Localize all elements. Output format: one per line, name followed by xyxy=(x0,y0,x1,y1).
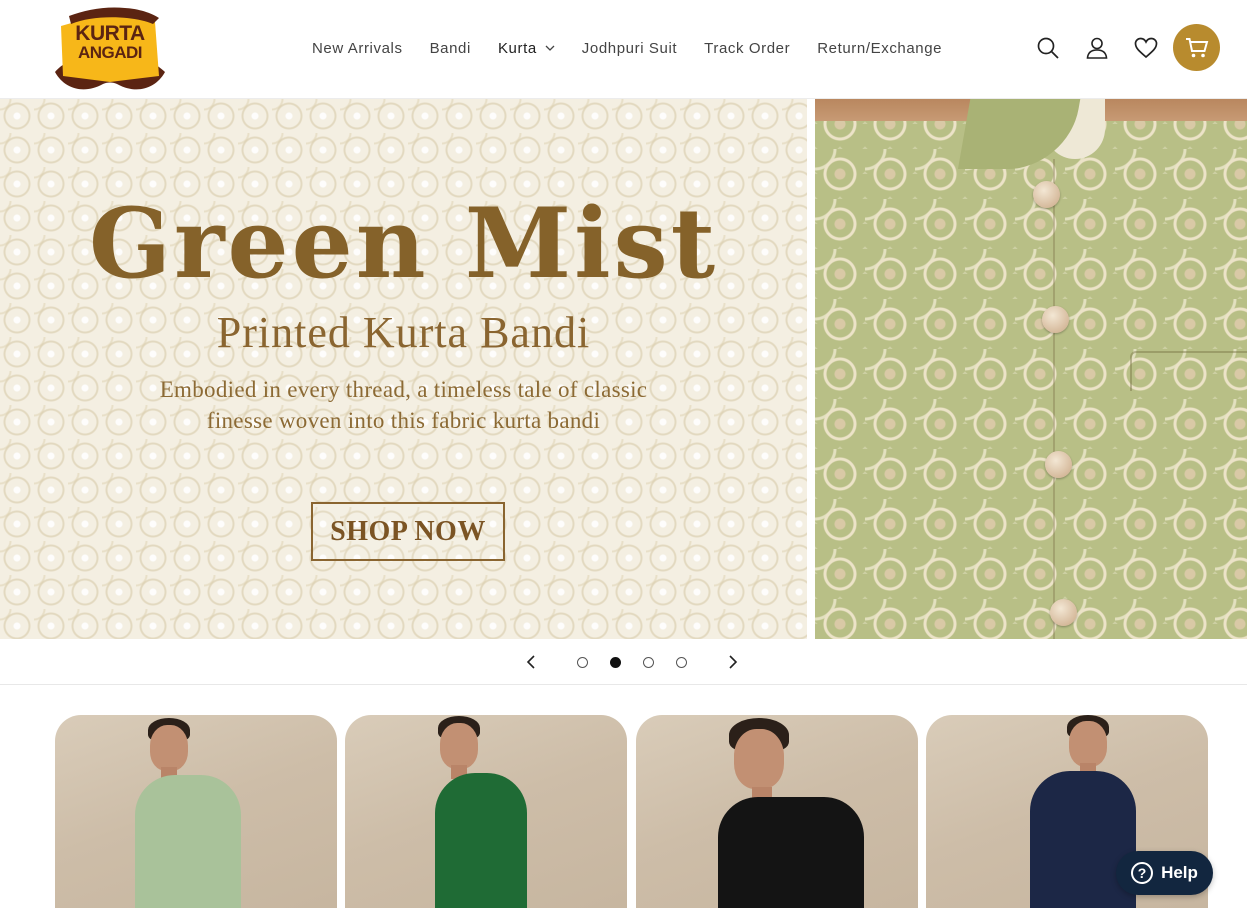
hero-product-image xyxy=(815,99,1247,639)
hero-description-line2: finesse woven into this fabric kurta ban… xyxy=(206,408,601,433)
slider-dot-3[interactable] xyxy=(643,657,654,668)
model-head xyxy=(1069,721,1107,767)
kurta-body xyxy=(718,797,864,908)
hero-headline: Green Mist xyxy=(88,187,719,300)
nav-kurta[interactable]: Kurta xyxy=(498,40,555,57)
question-icon: ? xyxy=(1131,862,1154,884)
main-nav: New Arrivals Bandi Kurta Jodhpuri Suit T… xyxy=(312,38,969,58)
hero-banner[interactable]: Green Mist Printed Kurta Bandi Embodied … xyxy=(0,99,1247,639)
chevron-down-icon xyxy=(545,45,555,51)
heart-icon xyxy=(1134,37,1158,58)
cart-button[interactable] xyxy=(1173,24,1220,71)
slider-controls xyxy=(0,639,1247,685)
help-button[interactable]: ? Help xyxy=(1116,851,1213,895)
model-head xyxy=(734,729,784,789)
slider-dot-2[interactable] xyxy=(610,657,621,668)
slider-dot-1[interactable] xyxy=(577,657,588,668)
logo-line1: KURTA xyxy=(75,22,145,45)
garment-button xyxy=(1042,306,1069,333)
garment-button xyxy=(1045,451,1072,478)
shop-now-button[interactable]: SHOP NOW xyxy=(311,502,505,561)
nav-track-order[interactable]: Track Order xyxy=(704,40,790,57)
chevron-left-icon xyxy=(526,655,535,669)
collar xyxy=(957,99,1083,169)
garment-button xyxy=(1033,181,1060,208)
hero-description-line1: Embodied in every thread, a timeless tal… xyxy=(159,377,648,402)
help-label: Help xyxy=(1161,863,1198,882)
slider-prev-button[interactable] xyxy=(522,653,540,671)
kurta-body xyxy=(135,775,241,908)
kurta-body xyxy=(435,773,527,908)
account-button[interactable] xyxy=(1084,35,1110,61)
logo-wordmark: KURTA ANGADI xyxy=(67,22,153,62)
logo-line2: ANGADI xyxy=(77,43,143,62)
nav-return-exchange[interactable]: Return/Exchange xyxy=(817,40,942,57)
model-head xyxy=(150,725,188,771)
chevron-right-icon xyxy=(729,655,738,669)
hero-text-panel: Green Mist Printed Kurta Bandi Embodied … xyxy=(0,99,807,639)
brand-logo[interactable]: KURTA ANGADI xyxy=(55,6,165,92)
site-header: KURTA ANGADI New Arrivals Bandi Kurta Jo… xyxy=(0,0,1247,99)
nav-jodhpuri-suit[interactable]: Jodhpuri Suit xyxy=(582,40,677,57)
slider-next-button[interactable] xyxy=(724,653,742,671)
slider-dot-4[interactable] xyxy=(676,657,687,668)
cart-icon xyxy=(1185,37,1208,57)
product-card-black-kurta[interactable] xyxy=(636,715,918,908)
hero-divider xyxy=(807,99,815,639)
product-card-green-kurta[interactable] xyxy=(345,715,627,908)
user-icon xyxy=(1086,37,1108,59)
search-button[interactable] xyxy=(1035,35,1061,61)
search-icon xyxy=(1037,37,1059,59)
header-actions xyxy=(1012,24,1220,71)
kurta-body xyxy=(1030,771,1136,908)
garment-pocket xyxy=(1130,351,1247,391)
product-grid xyxy=(55,715,1208,908)
nav-bandi[interactable]: Bandi xyxy=(430,40,471,57)
hero-subheadline: Printed Kurta Bandi xyxy=(216,308,591,357)
nav-kurta-label: Kurta xyxy=(497,39,537,57)
placket-line xyxy=(1053,159,1055,639)
product-card-light-green-kurta[interactable] xyxy=(55,715,337,908)
garment-button xyxy=(1050,599,1077,626)
wishlist-button[interactable] xyxy=(1133,35,1159,61)
model-head xyxy=(440,723,478,769)
nav-new-arrivals[interactable]: New Arrivals xyxy=(312,40,403,57)
